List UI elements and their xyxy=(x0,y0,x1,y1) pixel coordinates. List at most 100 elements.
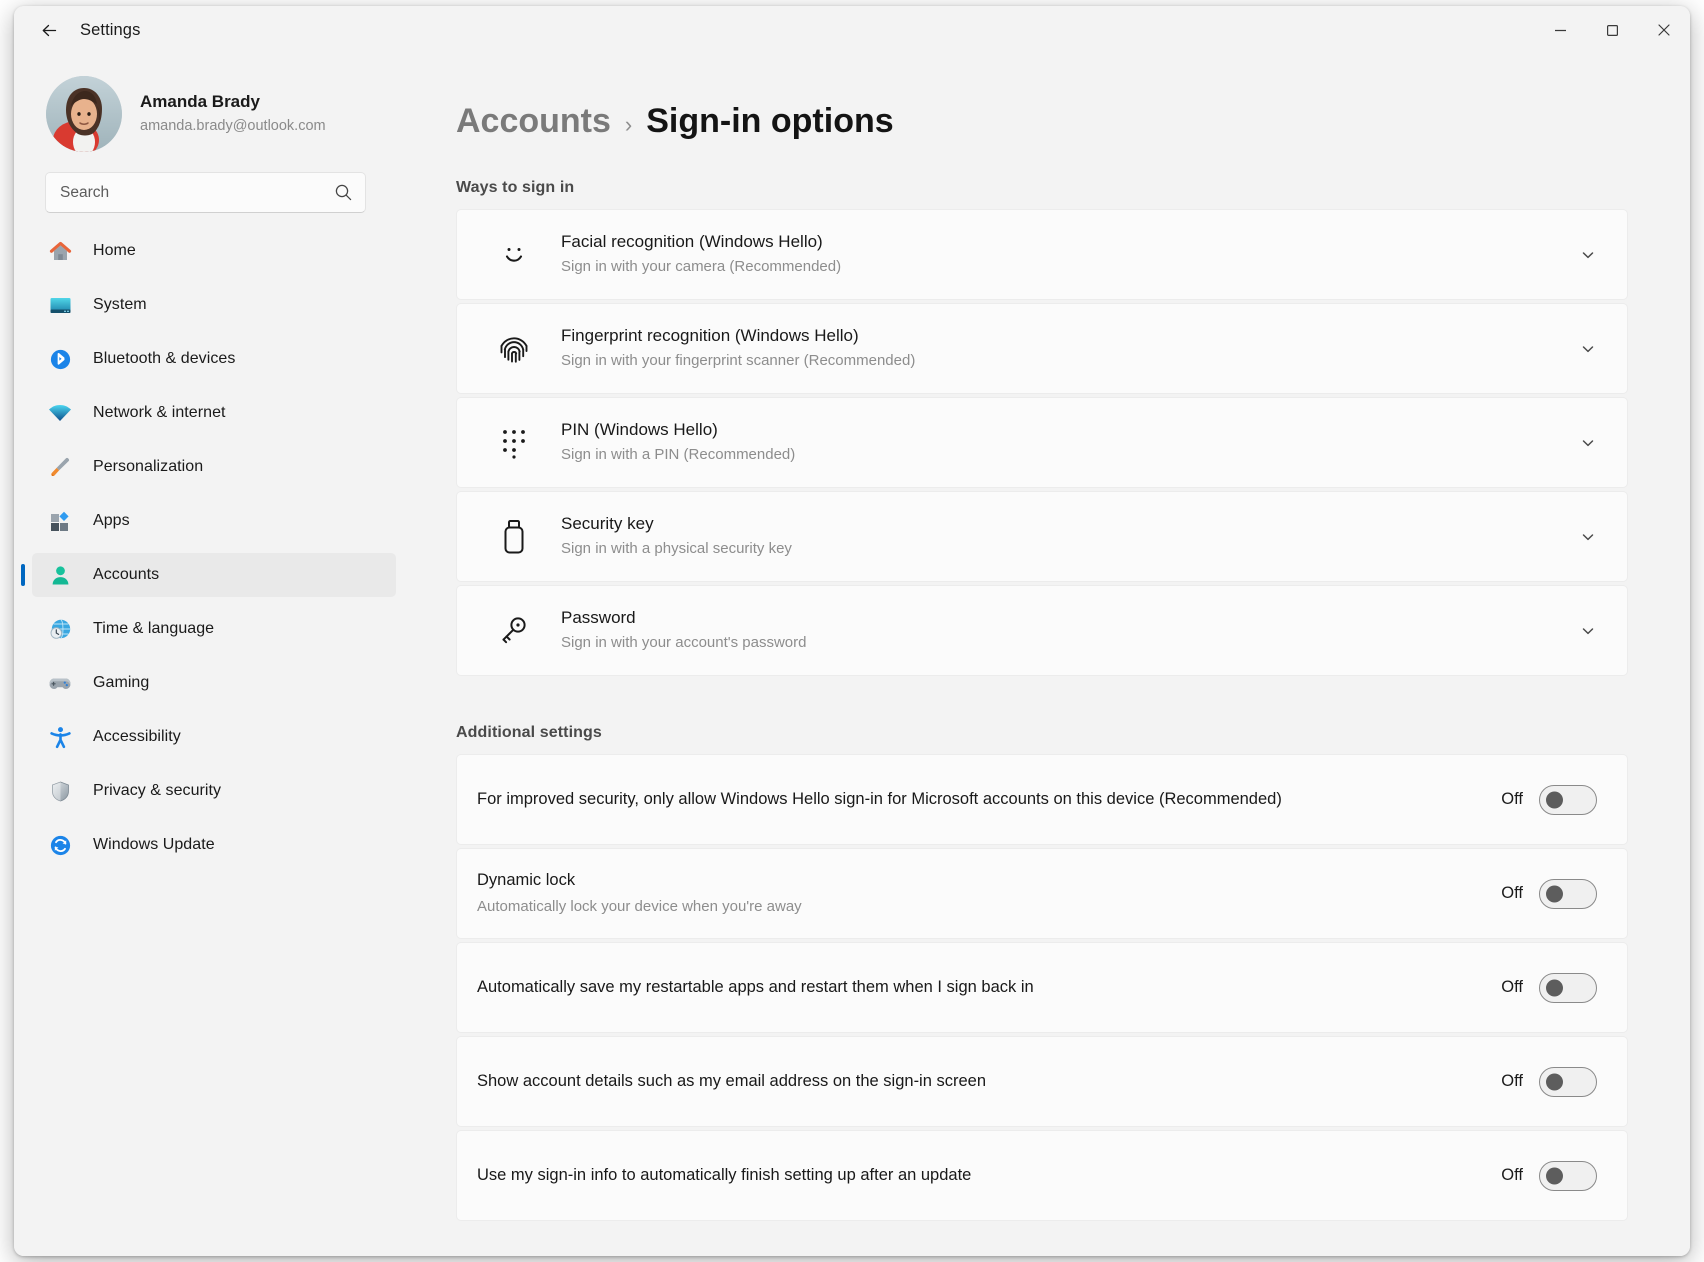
sidebar-item-bluetooth-devices[interactable]: Bluetooth & devices xyxy=(32,337,396,381)
toggle-switch[interactable] xyxy=(1539,1160,1597,1191)
signin-option-password[interactable]: Password Sign in with your account's pas… xyxy=(456,585,1628,676)
signin-option-security-key[interactable]: Security key Sign in with a physical sec… xyxy=(456,491,1628,582)
search-box[interactable] xyxy=(45,172,366,213)
usb-security-key-icon xyxy=(493,519,535,555)
sidebar-item-label: Personalization xyxy=(93,458,204,475)
toggle-state-label: Off xyxy=(1501,1166,1523,1184)
signin-option-title: Facial recognition (Windows Hello) xyxy=(561,232,823,252)
shield-icon xyxy=(45,777,75,805)
setting-title: Dynamic lock xyxy=(477,871,576,890)
sidebar-item-label: Gaming xyxy=(93,674,150,691)
window-title: Settings xyxy=(80,20,141,39)
sidebar-item-accessibility[interactable]: Accessibility xyxy=(32,715,396,759)
search-input[interactable] xyxy=(60,183,334,202)
toggle-group: Off xyxy=(1501,1066,1597,1097)
toggle-knob xyxy=(1546,1073,1563,1090)
setting-row-restartable-apps[interactable]: Automatically save my restartable apps a… xyxy=(456,942,1628,1033)
setting-row-windows-hello-only[interactable]: For improved security, only allow Window… xyxy=(456,754,1628,845)
signin-option-title: PIN (Windows Hello) xyxy=(561,420,718,440)
toggle-state-label: Off xyxy=(1501,790,1523,808)
signin-option-fingerprint-recognition[interactable]: Fingerprint recognition (Windows Hello) … xyxy=(456,303,1628,394)
breadcrumb-parent[interactable]: Accounts xyxy=(456,102,611,141)
sidebar-item-windows-update[interactable]: Windows Update xyxy=(32,823,396,867)
close-button[interactable] xyxy=(1638,6,1690,54)
toggle-knob xyxy=(1546,791,1563,808)
sidebar-item-label: Home xyxy=(93,242,136,259)
signin-option-title: Security key xyxy=(561,514,654,534)
sidebar-item-privacy-security[interactable]: Privacy & security xyxy=(32,769,396,813)
toggle-state-label: Off xyxy=(1501,1072,1523,1090)
toggle-group: Off xyxy=(1501,878,1597,909)
sidebar-item-label: System xyxy=(93,296,147,313)
additional-settings-heading: Additional settings xyxy=(456,724,602,741)
sidebar-item-label: Accounts xyxy=(93,566,160,583)
sidebar-item-home[interactable]: Home xyxy=(32,229,396,273)
toggle-knob xyxy=(1546,885,1563,902)
sidebar-item-accounts[interactable]: Accounts xyxy=(21,553,396,597)
clock-globe-icon xyxy=(45,615,75,643)
accounts-icon xyxy=(45,561,75,589)
key-icon xyxy=(493,614,535,648)
sidebar-item-apps[interactable]: Apps xyxy=(32,499,396,543)
toggle-knob xyxy=(1546,979,1563,996)
sidebar-item-label: Network & internet xyxy=(93,404,226,421)
face-smile-icon xyxy=(493,238,535,272)
signin-option-subtitle: Sign in with a PIN (Recommended) xyxy=(561,446,796,464)
main-content: Accounts › Sign-in options Ways to sign … xyxy=(414,54,1690,1256)
setting-row-use-signin-info-after-update[interactable]: Use my sign-in info to automatically fin… xyxy=(456,1130,1628,1221)
setting-row-show-account-details[interactable]: Show account details such as my email ad… xyxy=(456,1036,1628,1127)
chevron-right-icon: › xyxy=(624,112,633,137)
toggle-knob xyxy=(1546,1167,1563,1184)
wifi-icon xyxy=(45,399,75,427)
sidebar-item-network-internet[interactable]: Network & internet xyxy=(32,391,396,435)
gamepad-icon xyxy=(45,669,75,697)
setting-row-dynamic-lock[interactable]: Dynamic lock Automatically lock your dev… xyxy=(456,848,1628,939)
toggle-state-label: Off xyxy=(1501,884,1523,902)
window-body: Amanda Brady amanda.brady@outlook.com Se… xyxy=(14,54,1690,1256)
title-bar: Settings xyxy=(14,6,1690,54)
ways-to-sign-in-heading: Ways to sign in xyxy=(456,179,575,196)
pin-keypad-icon xyxy=(493,427,535,459)
paintbrush-icon xyxy=(45,453,75,481)
chevron-down-icon[interactable] xyxy=(1573,435,1603,451)
chevron-down-icon[interactable] xyxy=(1573,623,1603,639)
sidebar-item-label: Bluetooth & devices xyxy=(93,350,236,367)
toggle-group: Off xyxy=(1501,1160,1597,1191)
signin-option-title: Password xyxy=(561,608,636,628)
toggle-switch[interactable] xyxy=(1539,1066,1597,1097)
signin-option-facial-recognition[interactable]: Facial recognition (Windows Hello) Sign … xyxy=(456,209,1628,300)
toggle-group: Off xyxy=(1501,972,1597,1003)
toggle-switch[interactable] xyxy=(1539,784,1597,815)
signin-option-subtitle: Sign in with your fingerprint scanner (R… xyxy=(561,352,916,370)
sidebar-item-personalization[interactable]: Personalization xyxy=(32,445,396,489)
chevron-down-icon[interactable] xyxy=(1573,341,1603,357)
chevron-down-icon[interactable] xyxy=(1573,247,1603,263)
setting-title: For improved security, only allow Window… xyxy=(477,789,1282,808)
signin-option-pin[interactable]: PIN (Windows Hello) Sign in with a PIN (… xyxy=(456,397,1628,488)
chevron-down-icon[interactable] xyxy=(1573,529,1603,545)
maximize-button[interactable] xyxy=(1586,6,1638,54)
sidebar-item-gaming[interactable]: Gaming xyxy=(32,661,396,705)
sidebar-item-time-language[interactable]: Time & language xyxy=(32,607,396,651)
avatar xyxy=(46,76,122,152)
sidebar-item-system[interactable]: System xyxy=(32,283,396,327)
minimize-button[interactable] xyxy=(1534,6,1586,54)
toggle-switch[interactable] xyxy=(1539,878,1597,909)
signin-option-title: Fingerprint recognition (Windows Hello) xyxy=(561,326,859,346)
window-controls xyxy=(1534,6,1690,54)
fingerprint-icon xyxy=(493,331,535,367)
settings-window: Settings Amanda Brady amanda.brady@outlo… xyxy=(14,6,1690,1256)
page-title: Sign-in options xyxy=(646,102,894,140)
toggle-switch[interactable] xyxy=(1539,972,1597,1003)
setting-subtitle: Automatically lock your device when you'… xyxy=(477,898,802,916)
setting-title: Automatically save my restartable apps a… xyxy=(477,977,1034,996)
signin-option-subtitle: Sign in with your camera (Recommended) xyxy=(561,258,842,276)
update-icon xyxy=(45,831,75,859)
sidebar-item-label: Windows Update xyxy=(93,836,215,853)
bluetooth-icon xyxy=(45,345,75,373)
sidebar-item-label: Time & language xyxy=(93,620,215,637)
sidebar: Amanda Brady amanda.brady@outlook.com Se… xyxy=(14,54,414,1256)
profile-name: Amanda Brady xyxy=(140,92,260,112)
user-profile[interactable]: Amanda Brady amanda.brady@outlook.com xyxy=(32,54,396,172)
back-button[interactable] xyxy=(30,13,68,47)
